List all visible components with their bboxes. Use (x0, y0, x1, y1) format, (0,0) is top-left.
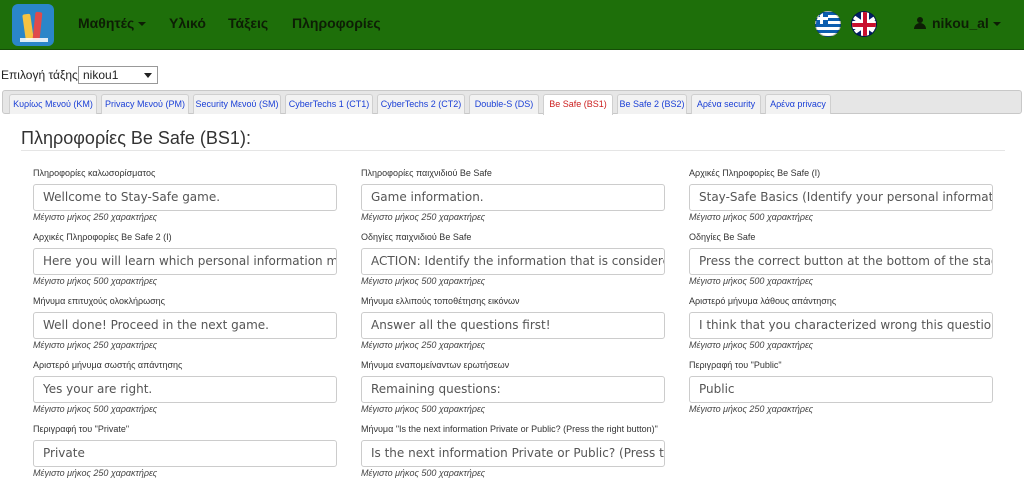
logo-base-icon (20, 38, 48, 42)
field-label: Μήνυμα "Is the next information Private … (361, 424, 658, 434)
field-label: Αριστερό μήνυμα σωστής απάντησης (33, 360, 183, 370)
nav-classes-label: Τάξεις (228, 15, 269, 31)
tab-label: Αρένα security (696, 99, 756, 109)
field-hint: Μέγιστο μήκος 250 χαρακτήρες (33, 212, 158, 222)
chevron-down-icon (144, 73, 152, 78)
field-hint: Μέγιστο μήκος 250 χαρακτήρες (689, 404, 814, 414)
field-label: Αρχικές Πληροφορίες Be Safe (I) (689, 168, 821, 178)
logo-pencil-icon (32, 11, 43, 41)
uk-flag-icon[interactable] (851, 11, 877, 37)
field-label: Οδηγίες Be Safe (689, 232, 756, 242)
tab-label: CyberTechs 1 (CT1) (288, 99, 370, 109)
field-label: Αρχικές Πληροφορίες Be Safe 2 (I) (33, 232, 172, 242)
field-label: Αριστερό μήνυμα λάθους απάντησης (689, 296, 837, 306)
user-icon-body (914, 23, 926, 29)
private-description-input[interactable]: Private (33, 440, 337, 467)
success-message-input[interactable]: Well done! Proceed in the next game. (33, 312, 337, 339)
user-icon (914, 17, 926, 29)
chevron-down-icon (992, 22, 1001, 27)
nav-information[interactable]: Πληροφορίες (292, 15, 381, 31)
nav-material[interactable]: Υλικό (169, 15, 206, 31)
top-navbar: Μαθητές Υλικό Τάξεις Πληροφορίες nikou_a… (0, 0, 1024, 50)
field-label: Πληροφορίες καλωσορίσματος (33, 168, 156, 178)
field-label: Μήνυμα επιτυχούς ολοκλήρωσης (33, 296, 166, 306)
incomplete-placement-input[interactable]: Answer all the questions first! (361, 312, 665, 339)
nav-material-label: Υλικό (169, 15, 206, 31)
tab-label: Κυρίως Μενού (KM) (13, 99, 93, 109)
tab-label: Security Μενού (SM) (195, 99, 279, 109)
tab-bar: Κυρίως Μενού (KM) Privacy Μενού (PM) Sec… (2, 90, 1022, 115)
greek-flag-cross-v (820, 12, 823, 24)
tab-cybertechs-2[interactable]: CyberTechs 2 (CT2) (377, 94, 465, 114)
field-hint: Μέγιστο μήκος 250 χαρακτήρες (33, 468, 158, 478)
field-hint: Μέγιστο μήκος 250 χαρακτήρες (361, 340, 486, 350)
app-logo[interactable] (12, 4, 54, 46)
field-hint: Μέγιστο μήκος 500 χαρακτήρες (33, 404, 158, 414)
initial-info-2-input[interactable]: Here you will learn which personal infor… (33, 248, 337, 275)
user-menu[interactable]: nikou_al (914, 15, 1001, 31)
correct-answer-input[interactable]: Yes your are right. (33, 376, 337, 403)
panel-divider (21, 150, 1005, 151)
user-name: nikou_al (932, 15, 989, 31)
instructions-input[interactable]: Press the correct button at the bottom o… (689, 248, 993, 275)
tab-label: Be Safe 2 (BS2) (619, 99, 685, 109)
field-label: Περιγραφή του "Private" (33, 424, 130, 434)
tab-be-safe-1[interactable]: Be Safe (BS1) (543, 94, 613, 115)
field-label: Περιγραφή του "Public" (689, 360, 782, 370)
tab-label: CyberTechs 2 (CT2) (380, 99, 462, 109)
tab-main-menu[interactable]: Κυρίως Μενού (KM) (9, 94, 97, 114)
field-label: Μήνυμα ελλιπούς τοποθέτησης εικόνων (361, 296, 520, 306)
tab-label: Privacy Μενού (PM) (105, 99, 185, 109)
game-info-input[interactable]: Game information. (361, 184, 665, 211)
tab-be-safe-2[interactable]: Be Safe 2 (BS2) (617, 94, 687, 114)
remaining-questions-input[interactable]: Remaining questions: (361, 376, 665, 403)
uk-flag-cross-v-red (863, 12, 867, 36)
nav-information-label: Πληροφορίες (292, 15, 381, 31)
field-hint: Μέγιστο μήκος 500 χαρακτήρες (361, 404, 486, 414)
field-hint: Μέγιστο μήκος 250 χαρακτήρες (361, 212, 486, 222)
tab-double-s[interactable]: Double-S (DS) (469, 94, 539, 114)
tab-arena-security[interactable]: Αρένα security (691, 94, 761, 114)
game-instructions-input[interactable]: ACTION: Identify the information that is… (361, 248, 665, 275)
field-hint: Μέγιστο μήκος 500 χαρακτήρες (689, 212, 814, 222)
tab-label: Αρένα privacy (770, 99, 826, 109)
nav-students-menu[interactable]: Μαθητές (78, 15, 147, 31)
field-hint: Μέγιστο μήκος 500 χαρακτήρες (361, 276, 486, 286)
field-hint: Μέγιστο μήκος 500 χαρακτήρες (361, 468, 486, 478)
field-label: Πληροφορίες παιχνιδιού Be Safe (361, 168, 492, 178)
tab-security-menu[interactable]: Security Μενού (SM) (193, 94, 281, 114)
tab-arena-privacy[interactable]: Αρένα privacy (765, 94, 831, 114)
field-label: Οδηγίες παιχνιδιού Be Safe (361, 232, 472, 242)
wrong-answer-input[interactable]: I think that you characterized wrong thi… (689, 312, 993, 339)
class-select-value: nikou1 (83, 68, 119, 82)
field-hint: Μέγιστο μήκος 500 χαρακτήρες (689, 276, 814, 286)
field-label: Μήνυμα εναπομείναντων ερωτήσεων (361, 360, 510, 370)
class-select-label: Επιλογή τάξης: (1, 68, 82, 82)
nav-classes[interactable]: Τάξεις (228, 15, 268, 31)
tab-label: Double-S (DS) (474, 99, 534, 109)
tab-cybertechs-1[interactable]: CyberTechs 1 (CT1) (285, 94, 373, 114)
field-hint: Μέγιστο μήκος 250 χαρακτήρες (33, 340, 158, 350)
next-info-question-input[interactable]: Is the next information Private or Publi… (361, 440, 665, 467)
nav-students-label: Μαθητές (78, 15, 135, 31)
tab-label: Be Safe (BS1) (549, 99, 607, 109)
field-hint: Μέγιστο μήκος 500 χαρακτήρες (689, 340, 814, 350)
greek-flag-icon[interactable] (815, 11, 841, 37)
field-hint: Μέγιστο μήκος 500 χαρακτήρες (33, 276, 158, 286)
class-select[interactable]: nikou1 (78, 66, 158, 84)
welcome-info-input[interactable]: Wellcome to Stay-Safe game. (33, 184, 337, 211)
chevron-down-icon (138, 22, 147, 27)
initial-info-input[interactable]: Stay-Safe Basics (Identify your personal… (689, 184, 993, 211)
public-description-input[interactable]: Public (689, 376, 993, 403)
panel-title: Πληροφορίες Be Safe (BS1): (21, 128, 251, 148)
tab-privacy-menu[interactable]: Privacy Μενού (PM) (101, 94, 189, 114)
